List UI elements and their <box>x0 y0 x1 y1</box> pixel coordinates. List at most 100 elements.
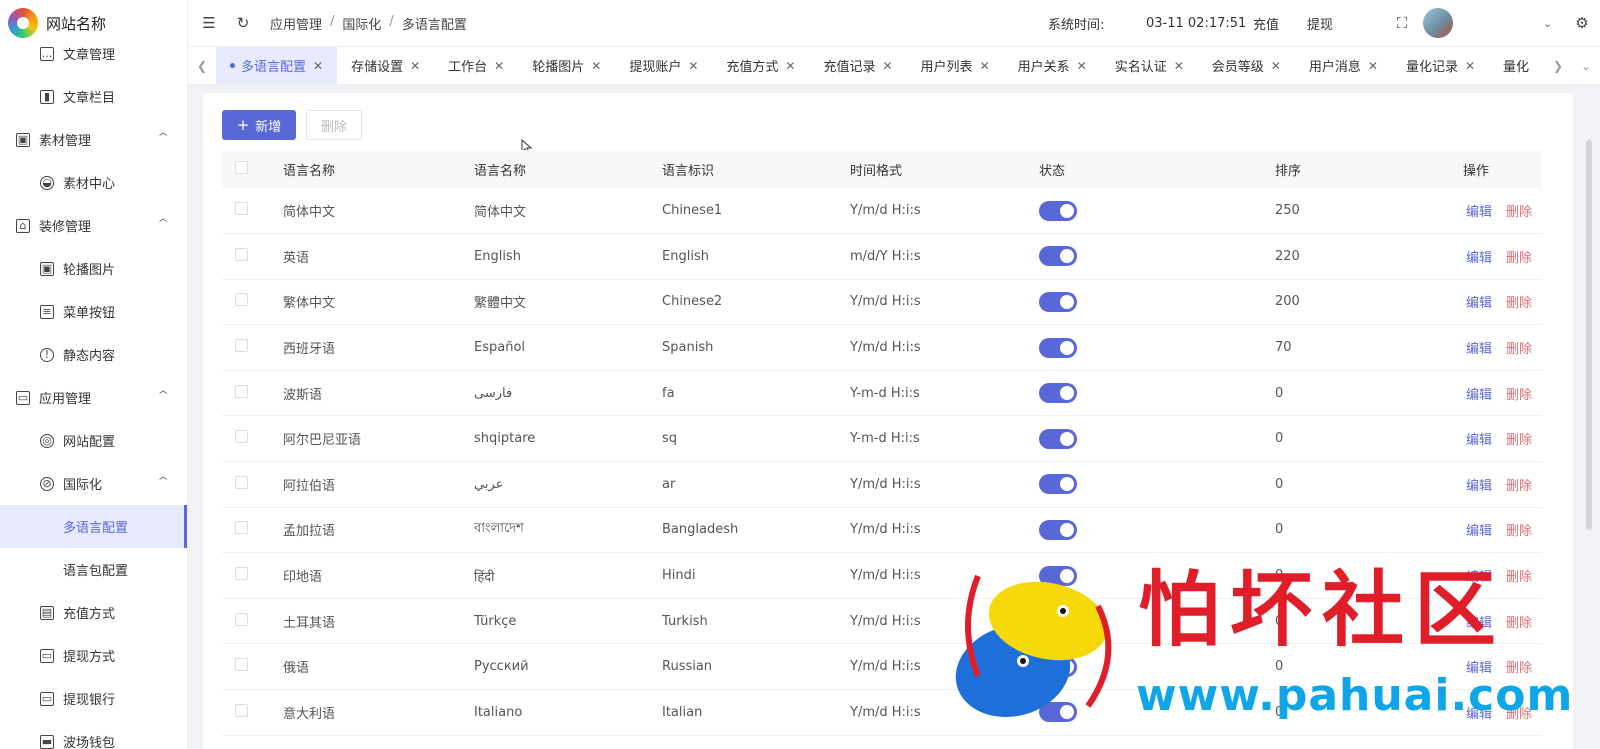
delete-link[interactable]: 删除 <box>1506 616 1532 631</box>
tab[interactable]: 充值方式 ✕ <box>712 47 809 84</box>
delete-link[interactable]: 删除 <box>1506 205 1532 220</box>
tab-menu-chevron-icon[interactable]: ⌄ <box>1572 47 1600 84</box>
close-icon[interactable]: ✕ <box>1174 59 1184 73</box>
breadcrumb-item[interactable]: 应用管理 <box>270 14 322 33</box>
row-checkbox[interactable] <box>235 430 248 444</box>
sidebar-item[interactable]: ▣ 轮播图片 <box>0 247 187 290</box>
edit-link[interactable]: 编辑 <box>1466 433 1492 448</box>
close-icon[interactable]: ✕ <box>1077 59 1087 73</box>
tab[interactable]: 提现账户 ✕ <box>615 47 712 84</box>
close-icon[interactable]: ✕ <box>882 59 892 73</box>
row-checkbox[interactable] <box>235 658 248 672</box>
row-checkbox[interactable] <box>235 384 248 398</box>
tab[interactable]: 多语言配置 ✕ <box>216 47 338 84</box>
chevron-up-icon[interactable]: ^ <box>157 218 169 229</box>
delete-link[interactable]: 删除 <box>1506 661 1532 676</box>
edit-link[interactable]: 编辑 <box>1466 251 1492 266</box>
row-checkbox[interactable] <box>235 612 248 626</box>
delete-link[interactable]: 删除 <box>1506 433 1532 448</box>
row-checkbox[interactable] <box>235 339 248 353</box>
tab[interactable]: 实名认证 ✕ <box>1101 47 1198 84</box>
sidebar-item[interactable]: 语言包配置 <box>0 548 187 591</box>
tab[interactable]: 轮播图片 ✕ <box>518 47 615 84</box>
close-icon[interactable]: ✕ <box>591 59 601 73</box>
delete-link[interactable]: 删除 <box>1506 570 1532 585</box>
delete-link[interactable]: 删除 <box>1506 388 1532 403</box>
row-checkbox[interactable] <box>235 567 248 581</box>
status-toggle[interactable] <box>1039 474 1077 495</box>
sidebar-item[interactable]: ▭ 提现方式 <box>0 634 187 677</box>
row-checkbox[interactable] <box>235 247 248 261</box>
row-checkbox[interactable] <box>235 521 248 535</box>
add-button[interactable]: + 新增 <box>222 110 296 140</box>
row-checkbox[interactable] <box>235 475 248 489</box>
breadcrumb-item[interactable]: 国际化 <box>342 14 381 33</box>
status-toggle[interactable] <box>1039 656 1077 677</box>
close-icon[interactable]: ✕ <box>1368 59 1378 73</box>
close-icon[interactable]: ✕ <box>785 59 795 73</box>
sidebar-item[interactable]: ≡ 菜单按钮 <box>0 290 187 333</box>
status-toggle[interactable] <box>1039 702 1077 723</box>
sidebar-item[interactable]: ▭ 提现银行 <box>0 677 187 720</box>
close-icon[interactable]: ✕ <box>410 59 420 73</box>
chevron-up-icon[interactable]: ^ <box>157 476 169 487</box>
close-icon[interactable]: ✕ <box>494 59 504 73</box>
tab[interactable]: 用户列表 ✕ <box>907 47 1004 84</box>
sidebar-item[interactable]: ◎ 网站配置 <box>0 419 187 462</box>
delete-link[interactable]: 删除 <box>1506 524 1532 539</box>
edit-link[interactable]: 编辑 <box>1466 570 1492 585</box>
row-checkbox[interactable] <box>235 293 248 307</box>
delete-button[interactable]: 删除 <box>306 110 362 140</box>
delete-link[interactable]: 删除 <box>1506 342 1532 357</box>
sidebar-item[interactable]: 多语言配置 <box>0 505 187 548</box>
chevron-up-icon[interactable]: ^ <box>157 390 169 401</box>
status-toggle[interactable] <box>1039 200 1077 221</box>
sidebar-item[interactable]: ⌂ 装修管理 ^ <box>0 204 187 247</box>
status-toggle[interactable] <box>1039 428 1077 449</box>
refresh-icon[interactable]: ↻ <box>234 14 252 32</box>
avatar[interactable] <box>1423 8 1453 38</box>
page-scrollbar[interactable] <box>1586 140 1592 530</box>
tab[interactable]: 工作台 ✕ <box>434 47 518 84</box>
edit-link[interactable]: 编辑 <box>1466 616 1492 631</box>
row-checkbox[interactable] <box>235 703 248 717</box>
recharge-link[interactable]: 充值 <box>1253 14 1279 33</box>
edit-link[interactable]: 编辑 <box>1466 205 1492 220</box>
close-icon[interactable]: ✕ <box>1271 59 1281 73</box>
sidebar-item[interactable]: ▣ 素材管理 ^ <box>0 118 187 161</box>
tab-scroll-right-icon[interactable]: ❯ <box>1544 47 1572 84</box>
close-icon[interactable]: ✕ <box>313 59 323 73</box>
status-toggle[interactable] <box>1039 291 1077 312</box>
status-toggle[interactable] <box>1039 519 1077 540</box>
chevron-up-icon[interactable]: ^ <box>157 132 169 143</box>
delete-link[interactable]: 删除 <box>1506 251 1532 266</box>
logo-area[interactable]: 网站名称 <box>0 0 187 46</box>
sidebar-item[interactable]: ▮ 文章栏目 <box>0 75 187 118</box>
select-all-checkbox[interactable] <box>235 160 248 174</box>
tab[interactable]: 充值记录 ✕ <box>809 47 906 84</box>
edit-link[interactable]: 编辑 <box>1466 524 1492 539</box>
sidebar-item[interactable]: ▤ 充值方式 <box>0 591 187 634</box>
sidebar-item[interactable]: ⊘ 国际化 ^ <box>0 462 187 505</box>
sidebar-item[interactable]: ▬ 波场钱包 <box>0 720 187 749</box>
edit-link[interactable]: 编辑 <box>1466 388 1492 403</box>
status-toggle[interactable] <box>1039 383 1077 404</box>
status-toggle[interactable] <box>1039 565 1077 586</box>
status-toggle[interactable] <box>1039 337 1077 358</box>
edit-link[interactable]: 编辑 <box>1466 296 1492 311</box>
delete-link[interactable]: 删除 <box>1506 707 1532 722</box>
tab[interactable]: 量化记录 ✕ <box>1392 47 1489 84</box>
sidebar-item[interactable]: ◒ 素材中心 <box>0 161 187 204</box>
close-icon[interactable]: ✕ <box>688 59 698 73</box>
status-toggle[interactable] <box>1039 246 1077 267</box>
edit-link[interactable]: 编辑 <box>1466 707 1492 722</box>
edit-link[interactable]: 编辑 <box>1466 479 1492 494</box>
chevron-down-icon[interactable]: ⌄ <box>1543 17 1552 30</box>
delete-link[interactable]: 删除 <box>1506 479 1532 494</box>
close-icon[interactable]: ✕ <box>980 59 990 73</box>
status-toggle[interactable] <box>1039 611 1077 632</box>
tab[interactable]: 会员等级 ✕ <box>1198 47 1295 84</box>
edit-link[interactable]: 编辑 <box>1466 661 1492 676</box>
tab-scroll-left-icon[interactable]: ❮ <box>188 47 216 84</box>
fullscreen-icon[interactable]: ⛶ <box>1393 14 1411 32</box>
